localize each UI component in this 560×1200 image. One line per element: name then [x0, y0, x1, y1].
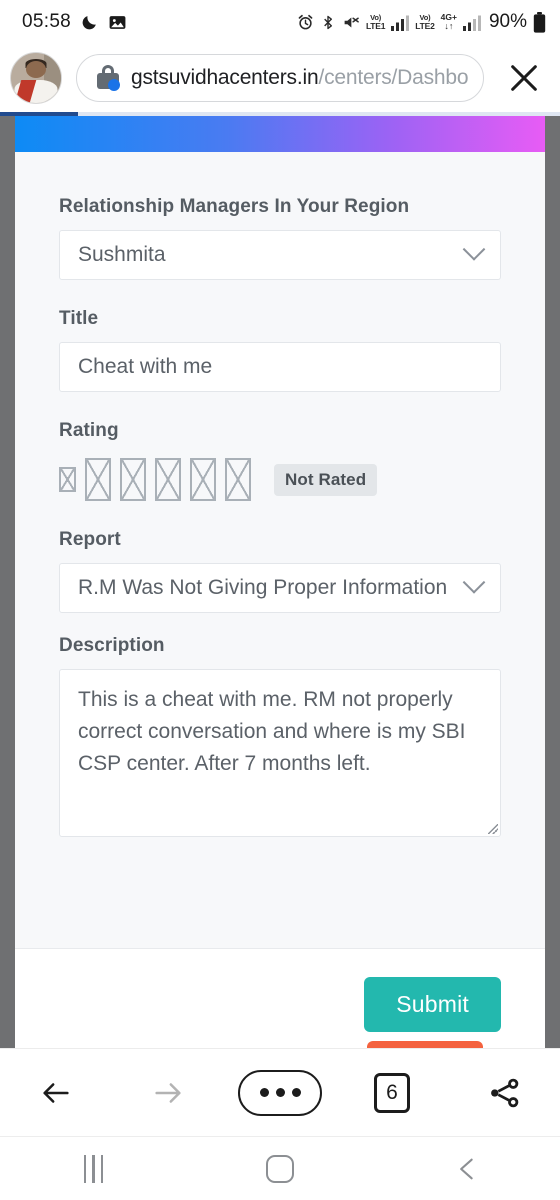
- submit-button[interactable]: Submit: [364, 977, 501, 1032]
- back-chevron-icon: [459, 1158, 473, 1179]
- mute-icon: [344, 17, 359, 27]
- feedback-form-card: Relationship Managers In Your Region Sus…: [15, 152, 545, 948]
- star-icon[interactable]: [190, 458, 216, 501]
- chevron-down-icon: [462, 238, 486, 261]
- lock-icon: [97, 65, 120, 91]
- report-select-value: R.M Was Not Giving Proper Information: [78, 576, 448, 599]
- share-icon: [491, 1078, 519, 1107]
- secondary-action-button[interactable]: [367, 1041, 483, 1048]
- resize-grip-icon[interactable]: [488, 824, 498, 834]
- status-time: 05:58: [22, 11, 72, 32]
- web-page-viewport: Relationship Managers In Your Region Sus…: [0, 116, 560, 1048]
- android-back-button[interactable]: [373, 1154, 560, 1184]
- star-icon[interactable]: [155, 458, 181, 501]
- address-bar-text: gstsuvidhacenters.in/centers/Dashbo: [131, 66, 469, 90]
- phone-screen: 05:58 Vo) LTE1 Vo) LTE2 4G+ ↓↑ 90% gstsu…: [0, 0, 560, 1200]
- chevron-down-icon: [462, 571, 486, 594]
- url-domain: gstsuvidhacenters.in: [131, 66, 319, 89]
- forward-arrow-icon: [155, 1082, 181, 1103]
- title-input[interactable]: Cheat with me: [59, 342, 501, 392]
- fourg-plus-icon: 4G+ ↓↑: [440, 11, 457, 31]
- close-tab-button[interactable]: [496, 50, 552, 106]
- battery-icon: [533, 11, 546, 33]
- rm-field-label: Relationship Managers In Your Region: [59, 196, 410, 217]
- page-header-gradient-bar: [15, 116, 545, 152]
- url-path: /centers/Dashbo: [318, 66, 469, 89]
- star-icon[interactable]: [59, 467, 76, 492]
- android-recents-button[interactable]: [0, 1154, 187, 1183]
- submit-button-wrap: Submit: [364, 977, 501, 1032]
- recents-icon: [83, 1154, 104, 1183]
- rating-status-badge: Not Rated: [274, 463, 378, 496]
- rm-select-value: Sushmita: [78, 243, 166, 266]
- close-icon: [511, 65, 537, 91]
- star-icon[interactable]: [225, 458, 251, 501]
- star-icon[interactable]: [85, 458, 111, 501]
- rating-field-label: Rating: [59, 420, 119, 441]
- browser-menu-button[interactable]: [224, 1069, 336, 1116]
- profile-avatar[interactable]: [10, 52, 62, 104]
- browser-url-bar: gstsuvidhacenters.in/centers/Dashbo: [0, 44, 560, 112]
- browser-tabs-button[interactable]: 6: [336, 1072, 448, 1113]
- status-bar-right: Vo) LTE1 Vo) LTE2 4G+ ↓↑ 90%: [297, 11, 560, 33]
- description-textarea[interactable]: This is a cheat with me. RM not properly…: [59, 669, 501, 837]
- battery-percent: 90%: [488, 11, 527, 32]
- three-dots-icon: [238, 1069, 322, 1116]
- web-page: Relationship Managers In Your Region Sus…: [15, 116, 545, 1048]
- android-home-button[interactable]: [187, 1154, 374, 1183]
- description-value: This is a cheat with me. RM not properly…: [78, 688, 466, 775]
- volte2-icon: Vo) LTE2: [415, 13, 435, 31]
- back-arrow-icon: [43, 1082, 69, 1103]
- address-bar-input[interactable]: gstsuvidhacenters.in/centers/Dashbo: [76, 54, 484, 102]
- report-select[interactable]: R.M Was Not Giving Proper Information: [59, 563, 501, 613]
- browser-share-button[interactable]: [448, 1076, 560, 1110]
- rating-stars[interactable]: Not Rated: [59, 458, 501, 501]
- alarm-icon: [298, 14, 313, 29]
- title-input-value: Cheat with me: [78, 355, 213, 378]
- android-navigation-bar: [0, 1136, 560, 1200]
- title-field-label: Title: [59, 308, 99, 329]
- image-icon: [109, 15, 126, 29]
- moon-icon: [82, 15, 96, 29]
- report-field-label: Report: [59, 529, 121, 550]
- star-icon[interactable]: [120, 458, 146, 501]
- status-bar: 05:58 Vo) LTE1 Vo) LTE2 4G+ ↓↑ 90%: [0, 0, 560, 44]
- signal-bars-icon: [462, 15, 481, 31]
- volte1-icon: Vo) LTE1: [365, 13, 386, 31]
- rm-select[interactable]: Sushmita: [59, 230, 501, 280]
- status-bar-left: 05:58: [0, 11, 127, 33]
- form-footer: Submit: [15, 949, 545, 1048]
- browser-bottom-toolbar: 6: [0, 1048, 560, 1136]
- tab-count-badge: 6: [374, 1072, 410, 1113]
- signal-bars-icon: [391, 15, 410, 31]
- browser-back-button[interactable]: [0, 1076, 112, 1110]
- description-field-label: Description: [59, 635, 165, 656]
- bluetooth-icon: [324, 15, 332, 29]
- browser-forward-button[interactable]: [112, 1076, 224, 1110]
- home-icon: [266, 1154, 294, 1183]
